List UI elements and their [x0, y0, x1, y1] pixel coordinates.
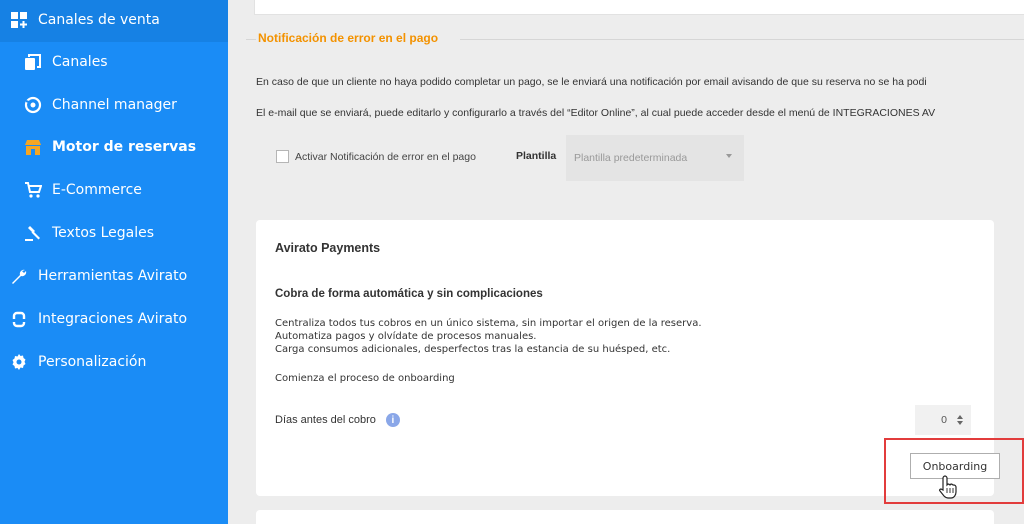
- feature-line: Carga consumos adicionales, desperfectos…: [275, 344, 671, 355]
- days-value: 0: [941, 414, 947, 426]
- sidebar-item-motor-de-reservas[interactable]: Motor de reservas: [24, 127, 196, 167]
- sidebar-item-label: Herramientas Avirato: [38, 268, 188, 284]
- avirato-payments-card: Avirato Payments Cobra de forma automáti…: [256, 220, 1024, 504]
- checkbox-label: Activar Notificación de error en el pago: [295, 150, 476, 163]
- error-notification-checkbox-row[interactable]: Activar Notificación de error en el pago: [276, 150, 476, 163]
- link-icon: [10, 310, 28, 328]
- next-section-card: [256, 510, 994, 524]
- error-notification-checkbox[interactable]: [276, 150, 289, 163]
- gavel-icon: [24, 224, 42, 242]
- editor-description: El e-mail que se enviará, puede editarlo…: [256, 107, 936, 119]
- sidebar-item-canales[interactable]: Canales: [24, 42, 108, 82]
- sidebar-item-textos-legales[interactable]: Textos Legales: [24, 213, 154, 253]
- sidebar-item-label: E-Commerce: [52, 182, 142, 198]
- days-before-charge-label: Días antes del cobro i: [275, 413, 400, 427]
- section-divider: [246, 39, 256, 40]
- main-content: Notificación de error en el pago En caso…: [228, 0, 1024, 524]
- feature-line: Centraliza todos tus cobros en un único …: [275, 318, 702, 329]
- chevron-up-icon[interactable]: [957, 415, 963, 419]
- wrench-icon: [10, 267, 28, 285]
- sidebar-item-canales-de-venta[interactable]: Canales de venta: [10, 0, 160, 40]
- stepper-arrows[interactable]: [957, 415, 963, 425]
- section-title: Notificación de error en el pago: [258, 31, 439, 45]
- template-select[interactable]: Plantilla predeterminada: [566, 135, 744, 181]
- previous-section-card: [254, 0, 1024, 15]
- error-description: En caso de que un cliente no haya podido…: [256, 76, 927, 88]
- sidebar: Canales de venta Canales Channel manager…: [0, 0, 228, 524]
- sync-icon: [24, 96, 42, 114]
- sidebar-item-label: Channel manager: [52, 97, 177, 113]
- chevron-down-icon: [726, 154, 732, 158]
- sidebar-item-label: Textos Legales: [52, 225, 155, 241]
- sidebar-item-label: Motor de reservas: [52, 139, 197, 155]
- section-divider: [460, 39, 1024, 40]
- cart-icon: [24, 181, 42, 199]
- gear-icon: [10, 353, 28, 371]
- sidebar-item-label: Integraciones Avirato: [38, 311, 188, 327]
- sidebar-item-label: Canales: [52, 54, 108, 70]
- sidebar-item-channel-manager[interactable]: Channel manager: [24, 85, 177, 125]
- feature-line: Automatiza pagos y olvídate de procesos …: [275, 331, 537, 342]
- days-label-text: Días antes del cobro: [275, 414, 376, 426]
- hand-cursor-icon: [938, 475, 957, 499]
- card-subtitle: Cobra de forma automática y sin complica…: [275, 288, 543, 300]
- days-stepper[interactable]: 0: [915, 405, 971, 435]
- sidebar-item-personalizacion[interactable]: Personalización: [10, 342, 146, 382]
- store-icon: [24, 138, 42, 156]
- chevron-down-icon[interactable]: [957, 421, 963, 425]
- sidebar-item-label: Personalización: [38, 354, 147, 370]
- template-select-value: Plantilla predeterminada: [574, 152, 688, 164]
- sidebar-item-label: Canales de venta: [38, 12, 160, 28]
- info-icon[interactable]: i: [385, 413, 400, 427]
- card-title: Avirato Payments: [275, 241, 381, 255]
- onboarding-text: Comienza el proceso de onboarding: [275, 373, 455, 384]
- grid-plus-icon: [10, 11, 28, 29]
- sidebar-item-e-commerce[interactable]: E-Commerce: [24, 170, 142, 210]
- template-label: Plantilla: [516, 150, 557, 162]
- sidebar-item-herramientas-avirato[interactable]: Herramientas Avirato: [10, 256, 187, 296]
- sidebar-item-integraciones-avirato[interactable]: Integraciones Avirato: [10, 299, 187, 339]
- copy-icon: [24, 53, 42, 71]
